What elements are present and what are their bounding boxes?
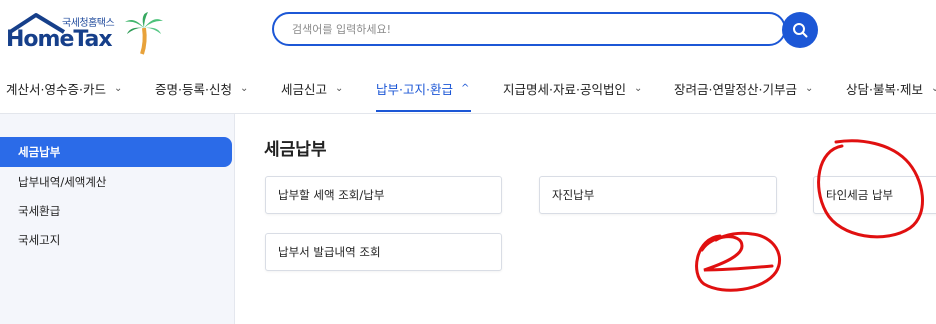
nav-item-label: 납부·고지·환급 [376, 81, 453, 97]
sidebar-item-notice[interactable]: 국세고지 [0, 225, 232, 255]
card-self-payment[interactable]: 자진납부 [539, 176, 777, 214]
nav-item-incentive[interactable]: 장려금·연말정산·기부금 ⌄ [674, 64, 813, 112]
nav-item-tax-report[interactable]: 세금신고 ⌄ [281, 64, 343, 112]
nav-item-label: 세금신고 [281, 81, 328, 97]
sidebar-item-refund[interactable]: 국세환급 [0, 196, 232, 226]
page-title: 세금납부 [264, 140, 327, 160]
sidebar-item-label: 세금납부 [18, 145, 61, 159]
sidebar-item-tax-payment[interactable]: 세금납부 [0, 137, 232, 167]
nav-item-label: 상담·불복·제보 [846, 81, 923, 97]
chevron-down-icon: ⌄ [804, 82, 814, 94]
red-circle-mark [695, 231, 782, 292]
nav-item-label: 증명·등록·신청 [155, 81, 232, 97]
card-label: 납부할 세액 조회/납부 [278, 188, 385, 202]
nav-item-payment[interactable]: 납부·고지·환급 ^ [376, 64, 472, 112]
hometax-logo[interactable]: 국세청홈택스 HomeTax [6, 10, 166, 56]
chevron-down-icon: ⌄ [335, 82, 344, 94]
chevron-down-icon: ⌄ [633, 82, 643, 94]
card-payable-tax-inquiry[interactable]: 납부할 세액 조회/납부 [265, 176, 502, 214]
card-label: 타인세금 납부 [826, 188, 894, 202]
chevron-down-icon: ⌄ [113, 82, 123, 94]
logo-title: HomeTax [6, 27, 113, 52]
card-bill-issuance-history[interactable]: 납부서 발급내역 조회 [265, 233, 502, 271]
main-nav: 계산서·영수증·카드 ⌄ 증명·등록·신청 ⌄ 세금신고 ⌄ 납부·고지·환급 … [0, 64, 936, 114]
active-tab-underline [376, 110, 472, 112]
search-box[interactable] [272, 12, 786, 46]
nav-item-consult[interactable]: 상담·불복·제보 ⌄ [846, 64, 936, 112]
card-label: 납부서 발급내역 조회 [278, 245, 381, 259]
sidebar-item-label: 국세환급 [18, 204, 61, 218]
chevron-down-icon: ⌄ [930, 82, 936, 94]
nav-item-label: 지급명세·자료·공익법인 [503, 81, 626, 97]
chevron-down-icon: ⌄ [239, 82, 249, 94]
handwritten-number-2 [700, 235, 774, 272]
search-button[interactable] [782, 12, 818, 48]
chevron-up-icon: ^ [460, 82, 470, 94]
search-icon [793, 23, 808, 38]
nav-item-statement[interactable]: 지급명세·자료·공익법인 ⌄ [503, 64, 642, 112]
nav-item-certificate[interactable]: 증명·등록·신청 ⌄ [155, 64, 248, 112]
sidebar-item-label: 국세고지 [18, 233, 61, 247]
card-others-tax-payment[interactable]: 타인세금 납부 [813, 176, 936, 214]
nav-item-invoice[interactable]: 계산서·영수증·카드 ⌄ [6, 64, 122, 112]
search-input[interactable] [290, 21, 784, 37]
palm-tree-icon [125, 12, 163, 55]
card-label: 자진납부 [552, 188, 595, 202]
nav-item-label: 계산서·영수증·카드 [6, 81, 106, 97]
sidebar: 세금납부 납부내역/세액계산 국세환급 국세고지 [0, 114, 235, 324]
sidebar-item-label: 납부내역/세액계산 [18, 175, 107, 189]
nav-item-label: 장려금·연말정산·기부금 [674, 81, 797, 97]
sidebar-item-payment-history[interactable]: 납부내역/세액계산 [0, 167, 232, 197]
